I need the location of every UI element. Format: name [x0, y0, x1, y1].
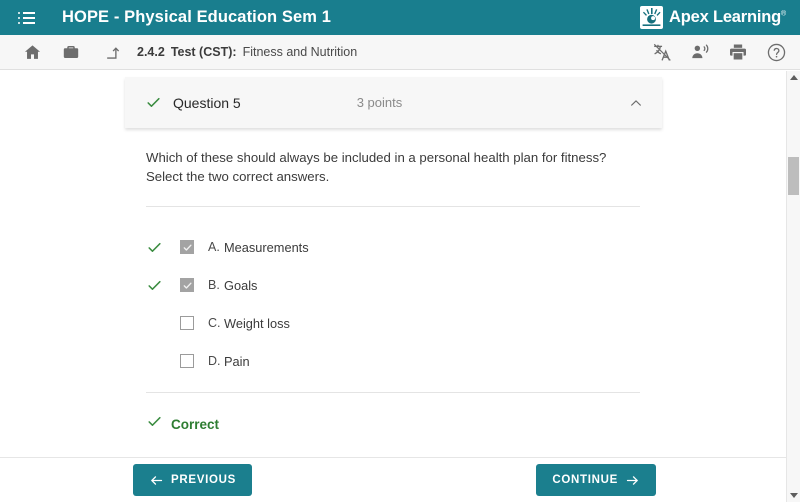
brand-name: Apex Learning® — [669, 8, 786, 26]
briefcase-icon[interactable] — [59, 40, 83, 64]
apex-learning-app: HOPE - Physical Education Sem 1 Apex Lea… — [0, 0, 800, 502]
list-item[interactable]: A. Measurements — [146, 228, 640, 266]
help-circle-icon[interactable] — [764, 40, 788, 64]
divider-top — [146, 206, 640, 207]
previous-button[interactable]: PREVIOUS — [133, 464, 253, 496]
green-check-icon — [146, 277, 168, 294]
breadcrumb: 2.4.2 Test (CST): Fitness and Nutrition — [137, 45, 357, 59]
question-prompt: Which of these should always be included… — [146, 150, 607, 184]
question-label: Question 5 — [173, 94, 241, 111]
arrow-left-icon — [149, 473, 164, 488]
result-label: Correct — [171, 416, 220, 432]
vertical-scrollbar[interactable] — [786, 71, 800, 502]
divider-bottom — [146, 392, 640, 393]
question-content-area: Question 5 3 points Which of these shoul… — [0, 71, 786, 457]
answer-result: Correct — [146, 413, 219, 435]
print-icon[interactable] — [726, 40, 750, 64]
scroll-thumb[interactable] — [788, 157, 799, 195]
checkbox-d[interactable] — [180, 354, 194, 368]
breadcrumb-number: 2.4.2 — [137, 45, 165, 59]
choice-text: Goals — [224, 277, 258, 293]
choice-letter: A. — [208, 240, 220, 254]
choice-text: Measurements — [224, 239, 309, 255]
scroll-down-arrow-icon[interactable] — [787, 489, 800, 502]
continue-button[interactable]: CONTINUE — [536, 464, 656, 496]
brand-logo: Apex Learning® — [640, 6, 790, 29]
choice-text: Pain — [224, 353, 250, 369]
choice-text: Weight loss — [224, 315, 290, 331]
green-check-icon — [146, 413, 163, 435]
navigation-footer: PREVIOUS CONTINUE — [0, 457, 786, 502]
translate-icon[interactable] — [650, 40, 674, 64]
list-menu-icon[interactable] — [18, 7, 40, 29]
checkbox-b[interactable] — [180, 278, 194, 292]
breadcrumb-title: Fitness and Nutrition — [242, 45, 358, 59]
arrow-right-icon — [625, 473, 640, 488]
list-item[interactable]: D. Pain — [146, 342, 640, 380]
choice-letter: B. — [208, 278, 220, 292]
previous-label: PREVIOUS — [171, 474, 237, 486]
answer-choices-list: A. Measurements B. Goals C. Weight loss — [146, 228, 640, 380]
choice-letter: C. — [208, 316, 221, 330]
read-aloud-icon[interactable] — [688, 40, 712, 64]
question-header-card[interactable]: Question 5 3 points — [125, 77, 662, 128]
home-icon[interactable] — [20, 40, 44, 64]
chevron-up-icon[interactable] — [628, 95, 644, 111]
checkbox-a[interactable] — [180, 240, 194, 254]
continue-label: CONTINUE — [552, 474, 618, 486]
green-check-icon — [146, 239, 168, 256]
list-item[interactable]: C. Weight loss — [146, 304, 640, 342]
toolbar-actions — [650, 40, 788, 64]
list-item[interactable]: B. Goals — [146, 266, 640, 304]
green-check-icon — [145, 94, 165, 111]
checkbox-c[interactable] — [180, 316, 194, 330]
course-title: HOPE - Physical Education Sem 1 — [62, 8, 332, 26]
question-points: 3 points — [356, 95, 403, 110]
apex-sunburst-logo-icon — [640, 6, 664, 29]
choice-letter: D. — [208, 354, 221, 368]
question-prompt-wrapper: Which of these should always be included… — [146, 148, 640, 186]
top-header-bar: HOPE - Physical Education Sem 1 Apex Lea… — [0, 0, 800, 35]
breadcrumb-type: Test (CST): — [170, 45, 237, 59]
level-up-arrow-icon[interactable] — [101, 40, 125, 64]
scroll-up-arrow-icon[interactable] — [787, 71, 800, 84]
registered-mark: ® — [781, 10, 786, 18]
navigation-toolbar: 2.4.2 Test (CST): Fitness and Nutrition — [0, 35, 800, 70]
